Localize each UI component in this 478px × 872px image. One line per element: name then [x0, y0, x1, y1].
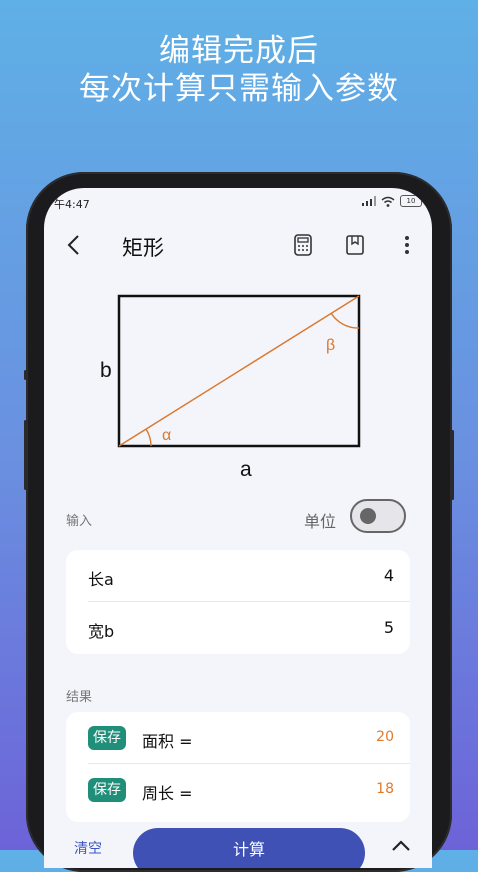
diagonal-line	[118, 295, 360, 447]
battery-icon: 10	[400, 195, 422, 207]
toggle-knob	[360, 508, 376, 524]
input-value[interactable]: 4	[384, 566, 394, 585]
result-section-label: 结果	[66, 690, 93, 705]
calculator-icon[interactable]	[291, 233, 315, 257]
wifi-icon	[381, 196, 395, 207]
label-beta: β	[326, 337, 335, 354]
status-bar: 午4:47 10	[44, 188, 432, 216]
save-area-button[interactable]: 保存	[88, 726, 126, 750]
save-perimeter-button[interactable]: 保存	[88, 778, 126, 802]
clear-button[interactable]: 清空	[74, 838, 102, 858]
promo-headline: 编辑完成后 每次计算只需输入参数	[0, 32, 478, 108]
alpha-arc	[145, 428, 152, 447]
status-time: 午4:47	[54, 198, 90, 211]
bookmark-icon[interactable]	[343, 233, 367, 257]
label-a: a	[240, 458, 252, 478]
rectangle-diagram: α β b a	[100, 294, 361, 478]
calculate-button[interactable]: 计算	[133, 828, 365, 868]
input-value[interactable]: 5	[384, 618, 394, 637]
input-row-width[interactable]: 宽b 5	[66, 602, 410, 654]
more-options-icon[interactable]	[395, 233, 419, 257]
input-label: 长a	[88, 570, 114, 589]
unit-label: 单位	[304, 512, 337, 531]
result-label: 周长 =	[142, 784, 193, 803]
page-title: 矩形	[122, 236, 164, 260]
label-alpha: α	[162, 427, 171, 444]
label-b: b	[100, 359, 112, 382]
result-row-area: 保存 面积 = 20	[66, 712, 410, 764]
signal-icon	[362, 196, 376, 206]
result-row-perimeter: 保存 周长 = 18	[66, 764, 410, 816]
input-row-length[interactable]: 长a 4	[66, 550, 410, 602]
input-card: 长a 4 宽b 5	[66, 550, 410, 654]
promo-headline-line2: 每次计算只需输入参数	[79, 71, 399, 107]
beta-arc	[330, 312, 360, 329]
app-toolbar: 矩形	[44, 218, 432, 274]
phone-side-button	[451, 430, 454, 500]
phone-side-button	[24, 370, 27, 380]
app-screen: 午4:47 10 矩形 α β b a 输入 单位 长a 4 宽b 5 结果 保…	[44, 188, 432, 868]
promo-headline-line1: 编辑完成后	[159, 33, 319, 69]
phone-side-button	[24, 420, 27, 490]
result-value: 20	[376, 729, 394, 745]
back-arrow-icon[interactable]	[62, 232, 88, 258]
unit-toggle[interactable]	[350, 499, 406, 533]
result-card: 保存 面积 = 20 保存 周长 = 18	[66, 712, 410, 822]
result-label: 面积 =	[142, 732, 193, 751]
input-section-label: 输入	[66, 514, 93, 529]
result-value: 18	[376, 781, 394, 797]
input-label: 宽b	[88, 622, 115, 641]
status-icons: 10	[362, 195, 422, 207]
